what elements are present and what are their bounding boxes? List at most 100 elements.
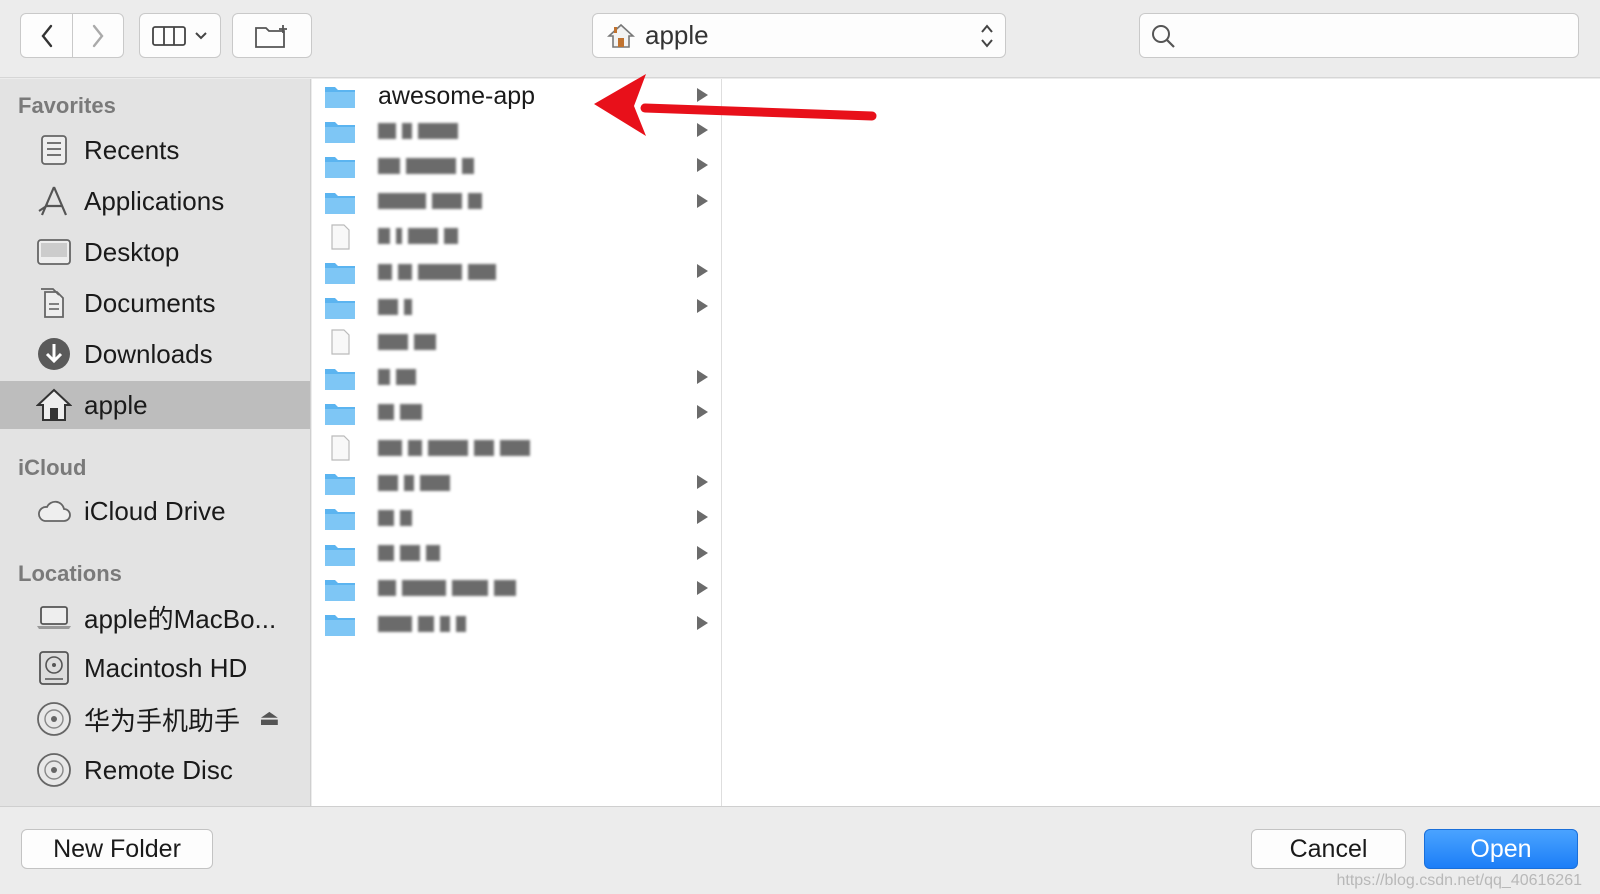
cloud-icon: [36, 493, 72, 529]
file-list-row[interactable]: [312, 431, 722, 465]
folder-icon: [325, 263, 355, 284]
redacted-text-block: [404, 298, 412, 315]
file-list-row[interactable]: [312, 466, 722, 500]
search-icon: [1152, 24, 1175, 48]
redacted-text-block: [400, 545, 420, 562]
file-name: [378, 504, 418, 533]
back-button[interactable]: [21, 14, 72, 57]
redacted-text-block: [378, 509, 394, 526]
forward-button[interactable]: [72, 14, 123, 57]
sidebar-item-documents[interactable]: Documents: [0, 279, 310, 327]
sidebar-item-desktop[interactable]: Desktop: [0, 228, 310, 276]
sidebar-item-macintosh-hd[interactable]: Macintosh HD: [0, 644, 310, 692]
folder-icon: [325, 544, 355, 566]
search-input[interactable]: [1184, 22, 1564, 49]
redacted-text-block: [432, 193, 462, 210]
sidebar-item-macbook[interactable]: apple的MacBo...: [0, 593, 310, 641]
file-name: [378, 469, 456, 498]
redacted-text-block: [396, 228, 402, 245]
disclosure-triangle-icon: [697, 369, 708, 384]
file-list-row[interactable]: [312, 220, 722, 254]
redacted-text-block: [378, 615, 412, 632]
redacted-text-block: [420, 474, 450, 491]
sidebar-item-apple[interactable]: apple: [0, 381, 310, 429]
file-list-row[interactable]: [312, 290, 722, 324]
document-icon: [331, 224, 350, 250]
file-list-row[interactable]: [312, 325, 722, 359]
disclosure-triangle-icon: [697, 545, 708, 560]
browser-column-1: awesome-app: [312, 79, 722, 806]
desktop-icon: [36, 234, 72, 270]
redacted-text-block: [396, 369, 416, 386]
view-mode-button[interactable]: [139, 13, 221, 58]
sidebar-item-icloud-drive[interactable]: iCloud Drive: [0, 487, 310, 535]
applications-icon: [36, 183, 72, 219]
folder-icon: [325, 368, 355, 390]
redacted-text-block: [462, 157, 474, 174]
file-list-row[interactable]: [312, 396, 722, 430]
cancel-button[interactable]: Cancel: [1251, 829, 1406, 869]
redacted-text-block: [468, 263, 496, 280]
file-list-row[interactable]: [312, 255, 722, 289]
file-name: [378, 293, 418, 322]
file-list-row[interactable]: [312, 185, 722, 219]
annotation-arrow-icon: [594, 74, 877, 136]
sidebar-item-downloads[interactable]: Downloads: [0, 330, 310, 378]
sidebar-item-remote-disc[interactable]: Remote Disc: [0, 746, 310, 794]
file-list-row[interactable]: [312, 361, 722, 395]
file-name: awesome-app: [378, 81, 536, 110]
sidebar-item-label: iCloud Drive: [84, 495, 226, 526]
redacted-text-block: [378, 404, 394, 421]
eject-icon[interactable]: ⏏: [259, 705, 280, 731]
redacted-text-block: [418, 263, 462, 280]
file-name: [378, 610, 472, 639]
sidebar-item-huawei-assistant[interactable]: 华为手机助手 ⏏: [0, 695, 310, 743]
new-folder-toolbar-button[interactable]: [232, 13, 312, 58]
redacted-text-block: [378, 580, 396, 597]
file-list-row[interactable]: [312, 537, 722, 571]
file-list-row[interactable]: [312, 501, 722, 535]
redacted-text-block: [378, 333, 408, 350]
file-name: [378, 574, 522, 603]
folder-icon: [325, 122, 355, 144]
recents-icon: [36, 132, 72, 168]
redacted-text-block: [378, 474, 398, 491]
redacted-text-block: [402, 122, 412, 139]
sidebar-item-recents[interactable]: Recents: [0, 126, 310, 174]
sidebar-item-label: Remote Disc: [84, 754, 233, 785]
sidebar-item-label: Downloads: [84, 338, 213, 369]
folder-icon: [325, 157, 355, 179]
laptop-icon: [36, 599, 72, 635]
file-name: [378, 117, 464, 146]
path-popup-label: apple: [645, 20, 709, 50]
redacted-text-block: [378, 228, 390, 245]
file-name: [378, 258, 502, 287]
path-popup[interactable]: apple: [592, 13, 1006, 58]
new-folder-button[interactable]: New Folder: [21, 829, 213, 869]
favorites-section-title: Favorites: [18, 93, 116, 118]
file-list-row[interactable]: [312, 572, 722, 606]
nav-button-group: [20, 13, 124, 58]
updown-chevron-icon: [981, 24, 993, 48]
search-field[interactable]: [1139, 13, 1579, 58]
home-icon: [36, 387, 72, 423]
redacted-text-block: [398, 263, 412, 280]
disclosure-triangle-icon: [697, 616, 708, 630]
redacted-text-block: [378, 263, 392, 280]
redacted-text-block: [378, 545, 394, 562]
open-button[interactable]: Open: [1424, 829, 1578, 869]
folder-icon: [325, 403, 355, 425]
folder-icon: [325, 509, 355, 531]
toolbar: apple: [0, 0, 1600, 78]
file-list-row[interactable]: [312, 149, 722, 183]
disclosure-triangle-icon: [697, 475, 708, 490]
file-list-row[interactable]: [312, 607, 722, 641]
chevron-right-icon: [92, 24, 104, 47]
sidebar-item-applications[interactable]: Applications: [0, 177, 310, 225]
sidebar: Favorites Recents Applications Desktop D…: [0, 79, 311, 806]
sidebar-item-label: Documents: [84, 287, 216, 318]
redacted-text-block: [408, 439, 422, 456]
documents-icon: [36, 285, 72, 321]
sidebar-item-label: Desktop: [84, 236, 180, 267]
redacted-text-block: [378, 439, 402, 456]
